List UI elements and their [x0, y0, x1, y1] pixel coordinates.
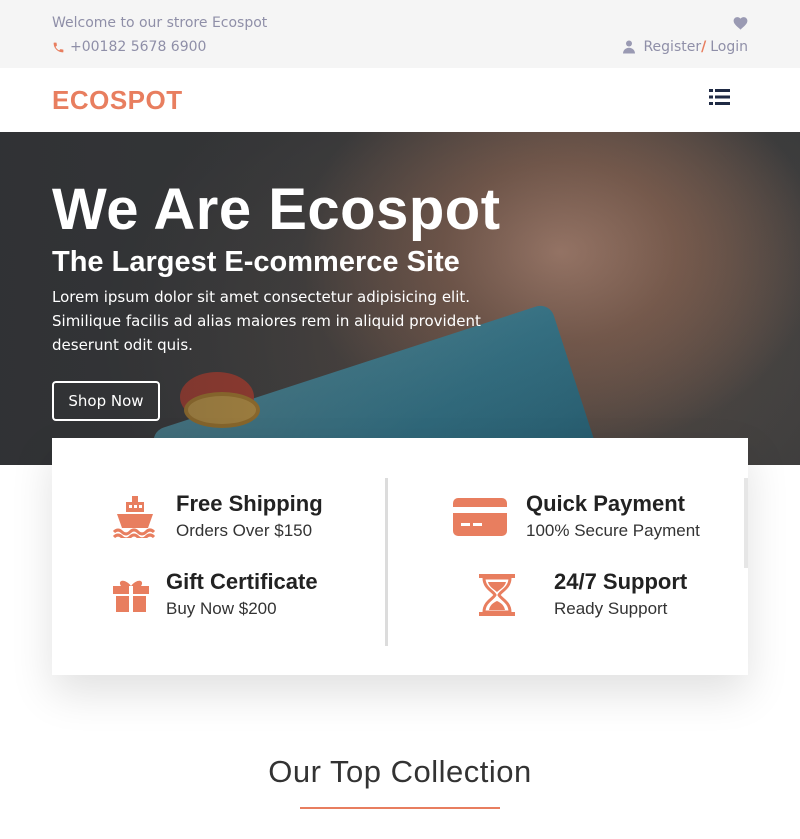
login-link[interactable]: Login: [710, 39, 748, 55]
phone-contact[interactable]: +00182 5678 6900: [52, 39, 206, 55]
top-bar: Welcome to our strore Ecospot +00182 567…: [0, 0, 800, 68]
hero-description: Lorem ipsum dolor sit amet consectetur a…: [52, 288, 481, 354]
feature-subtitle: Orders Over $150: [176, 521, 313, 540]
credit-card-icon: [453, 498, 507, 536]
auth-links: Register / Login: [623, 39, 748, 55]
feature-title: 24/7 Support: [554, 569, 688, 594]
brand-logo[interactable]: ECOSPOT: [52, 85, 183, 116]
feature-subtitle: 100% Secure Payment: [526, 521, 700, 540]
main-navbar: ECOSPOT: [0, 68, 800, 132]
feature-subtitle: Buy Now $200: [166, 599, 277, 618]
welcome-text: Welcome to our strore Ecospot: [52, 15, 268, 31]
features-divider: [385, 478, 388, 646]
phone-number: +00182 5678 6900: [70, 39, 207, 55]
section-title-underline: [300, 807, 500, 809]
shop-now-button[interactable]: Shop Now: [52, 381, 160, 421]
menu-list-icon[interactable]: [709, 88, 730, 106]
feature-gift-certificate: Gift Certificate Buy Now $200: [108, 568, 318, 622]
feature-title: Quick Payment: [526, 491, 685, 516]
features-panel: Free Shipping Orders Over $150 Quick Pay…: [52, 438, 748, 675]
feature-title: Gift Certificate: [166, 569, 318, 594]
section-title: Our Top Collection: [268, 754, 532, 789]
hero-title: We Are Ecospot: [52, 177, 501, 242]
feature-title: Free Shipping: [176, 491, 323, 516]
heart-icon[interactable]: [733, 16, 748, 30]
ship-icon: [112, 496, 156, 538]
auth-separator: /: [701, 39, 707, 55]
hero-subtitle: The Largest E-commerce Site: [52, 246, 460, 278]
feature-support: 24/7 Support Ready Support: [474, 568, 687, 622]
features-edge-divider: [744, 478, 748, 568]
feature-quick-payment: Quick Payment 100% Secure Payment: [452, 490, 700, 544]
user-icon: [623, 40, 636, 54]
feature-free-shipping: Free Shipping Orders Over $150: [112, 490, 323, 544]
register-link[interactable]: Register: [643, 39, 701, 55]
gift-icon: [113, 580, 149, 612]
hero-banner: We Are Ecospot The Largest E-commerce Si…: [0, 132, 800, 465]
hourglass-icon: [479, 574, 515, 616]
phone-icon: [53, 42, 64, 52]
feature-subtitle: Ready Support: [554, 599, 668, 618]
